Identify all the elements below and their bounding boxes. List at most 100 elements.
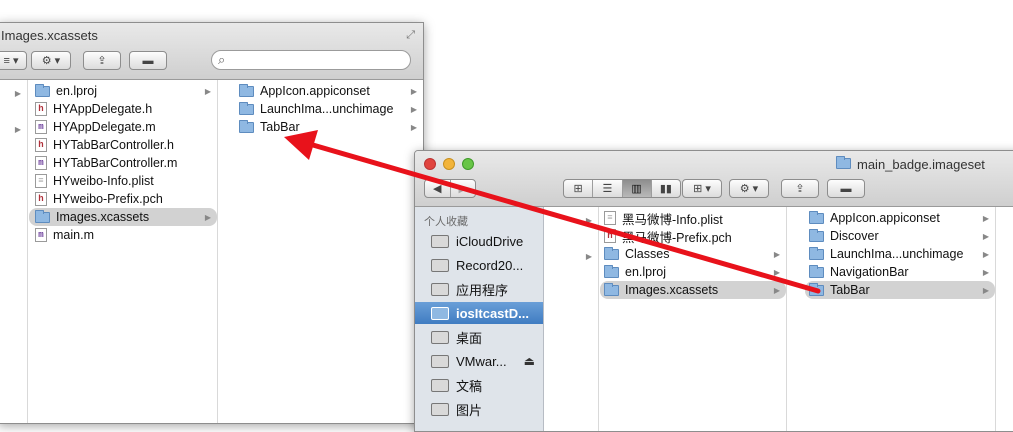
chevron-right-icon: ▶ — [773, 249, 780, 259]
list-item[interactable]: TabBar ▶ — [805, 281, 995, 299]
list-item[interactable]: h HYAppDelegate.h — [29, 100, 217, 118]
list-item[interactable]: AppIcon.appiconset ▶ — [233, 82, 423, 100]
eject-icon[interactable]: ⏏ — [524, 354, 535, 368]
chevron-right-icon: ▶ — [585, 215, 592, 225]
drive-icon — [431, 354, 449, 368]
list-item[interactable]: Classes ▶ — [600, 245, 786, 263]
list-item[interactable]: m main.m — [29, 226, 217, 244]
arrange-button[interactable]: ⊞ ▾ — [682, 179, 722, 198]
h-file-icon: h — [35, 138, 47, 152]
chevron-right-icon: ▶ — [14, 124, 21, 134]
chevron-right-icon: ▶ — [773, 285, 780, 295]
sidebar-item[interactable]: 图片 — [415, 398, 543, 420]
list-item[interactable]: TabBar ▶ — [233, 118, 423, 136]
list-item[interactable]: ≡ HYweibo-Info.plist — [29, 172, 217, 190]
list-item-label: HYweibo-Prefix.pch — [53, 192, 163, 206]
share-button[interactable]: ⇪ — [83, 51, 121, 70]
column-1[interactable]: ▶ ▶ — [544, 207, 599, 431]
chevron-right-icon: ▶ — [410, 122, 417, 132]
list-item-label: HYAppDelegate.h — [53, 102, 153, 116]
window-title: main_badge.imageset — [857, 157, 985, 172]
column-0[interactable]: ▶ ▶ — [0, 80, 28, 423]
icon-view-icon[interactable]: ⊞ — [564, 180, 594, 197]
back-forward-buttons[interactable]: ◀ ▶ — [424, 179, 476, 198]
folder-icon — [239, 101, 254, 115]
folder-icon — [809, 246, 824, 260]
list-item-label: HYTabBarController.m — [53, 156, 178, 170]
list-item[interactable]: en.lproj ▶ — [600, 263, 786, 281]
zoom-window-button[interactable] — [462, 158, 474, 170]
list-item[interactable]: NavigationBar ▶ — [805, 263, 995, 281]
desktop-icon — [431, 330, 449, 344]
list-item[interactable]: ▶ — [0, 120, 27, 138]
list-item[interactable]: Images.xcassets ▶ — [29, 208, 217, 226]
tag-icon: ▬ — [840, 182, 852, 195]
folder-icon — [35, 83, 50, 97]
sidebar-item[interactable]: 桌面 — [415, 326, 543, 348]
list-item[interactable]: m HYTabBarController.m — [29, 154, 217, 172]
folder-icon — [431, 306, 449, 320]
back-icon[interactable]: ◀ — [425, 180, 451, 197]
list-item-label: Images.xcassets — [625, 283, 719, 297]
forward-icon[interactable]: ▶ — [451, 180, 476, 197]
folder-icon — [35, 209, 50, 223]
sidebar-item[interactable]: VMwar... ⏏ — [415, 350, 543, 372]
list-item-label: LaunchIma...unchimage — [260, 102, 394, 116]
column-view-icon[interactable]: ▥ — [622, 180, 652, 197]
column-1[interactable]: en.lproj ▶ h HYAppDelegate.h m HYAppDelegate.… — [29, 80, 218, 423]
folder-icon — [239, 119, 254, 133]
list-item[interactable]: h HYTabBarController.h — [29, 136, 217, 154]
resize-icon[interactable]: ⤢ — [406, 29, 415, 42]
tag-icon: ▬ — [142, 54, 154, 67]
list-item[interactable]: ▶ — [544, 247, 598, 265]
list-item[interactable]: ≡ 黑马微博-Info.plist — [600, 209, 786, 227]
column-2[interactable]: AppIcon.appiconset ▶ LaunchIma...unchimage… — [233, 80, 423, 423]
tags-button[interactable]: ▬ — [129, 51, 167, 70]
list-item[interactable]: m HYAppDelegate.m — [29, 118, 217, 136]
list-item[interactable]: h 黑马微博-Prefix.pch — [600, 227, 786, 245]
list-item-label: LaunchIma...unchimage — [830, 247, 964, 261]
tags-button[interactable]: ▬ — [827, 179, 865, 198]
h-file-icon: h — [604, 229, 616, 243]
list-item-label: HYweibo-Info.plist — [53, 174, 154, 188]
chevron-right-icon: ▶ — [982, 249, 989, 259]
sidebar-item[interactable]: 应用程序 — [415, 278, 543, 300]
list-item-label: main.m — [53, 228, 94, 242]
list-item[interactable]: en.lproj ▶ — [29, 82, 217, 100]
sidebar-item-label: iosItcastD... — [456, 305, 529, 321]
list-item[interactable]: ▶ — [0, 84, 27, 102]
list-item[interactable]: Images.xcassets ▶ — [600, 281, 786, 299]
list-item[interactable]: Discover ▶ — [805, 227, 995, 245]
view-options-button[interactable]: ≡ ▾ — [0, 51, 27, 70]
chevron-right-icon: ▶ — [204, 212, 211, 222]
sidebar-item[interactable]: iosItcastD... — [415, 302, 543, 324]
search-field[interactable]: ⌕ — [211, 50, 411, 70]
minimize-window-button[interactable] — [443, 158, 455, 170]
list-item[interactable]: LaunchIma...unchimage ▶ — [233, 100, 423, 118]
column-2[interactable]: ≡ 黑马微博-Info.plist h 黑马微博-Prefix.pch Classes ▶… — [600, 207, 787, 431]
list-item-label: NavigationBar — [830, 265, 909, 279]
list-item[interactable]: LaunchIma...unchimage ▶ — [805, 245, 995, 263]
sidebar-item[interactable]: 文稿 — [415, 374, 543, 396]
list-view-icon[interactable]: ☰ — [593, 180, 623, 197]
folder-icon — [809, 282, 824, 296]
m-file-icon: m — [35, 120, 47, 134]
cover-flow-icon[interactable]: ▮▮ — [652, 180, 680, 197]
chevron-right-icon: ▶ — [204, 86, 211, 96]
chevron-right-icon: ▶ — [982, 213, 989, 223]
sidebar-item[interactable]: iCloudDrive — [415, 230, 543, 252]
close-window-button[interactable] — [424, 158, 436, 170]
column-3[interactable]: AppIcon.appiconset ▶ Discover ▶ LaunchIma...… — [805, 207, 996, 431]
view-mode-segmented[interactable]: ⊞ ☰ ▥ ▮▮ — [563, 179, 681, 198]
action-menu-button[interactable]: ⚙ ▾ — [729, 179, 769, 198]
list-item-label: TabBar — [830, 283, 870, 297]
action-menu-button[interactable]: ⚙ ▾ — [31, 51, 71, 70]
list-item[interactable]: h HYweibo-Prefix.pch — [29, 190, 217, 208]
list-item[interactable]: ▶ — [544, 211, 598, 229]
share-icon: ⇪ — [97, 55, 107, 67]
list-item[interactable]: AppIcon.appiconset ▶ — [805, 209, 995, 227]
h-file-icon: h — [35, 192, 47, 206]
sidebar-item[interactable]: Record20... — [415, 254, 543, 276]
share-button[interactable]: ⇪ — [781, 179, 819, 198]
window-title: Images.xcassets — [1, 28, 98, 43]
